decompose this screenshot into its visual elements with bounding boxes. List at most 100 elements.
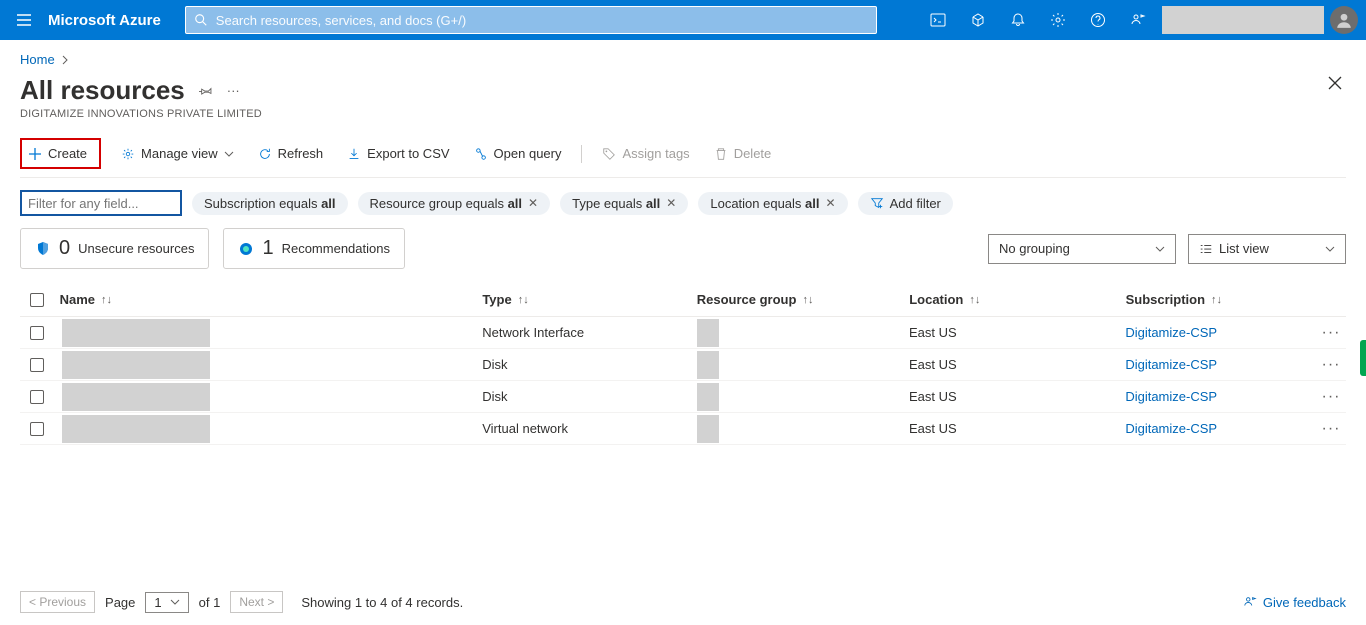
recommendations-count: 1 (262, 237, 273, 260)
view-dropdown[interactable]: List view (1188, 234, 1346, 264)
cloud-shell-icon[interactable] (918, 0, 958, 40)
paging-footer: < Previous Page 1 of 1 Next > Showing 1 … (20, 591, 1346, 613)
resource-name-mask (62, 383, 210, 411)
assign-tags-button[interactable]: Assign tags (598, 142, 693, 165)
brand-label[interactable]: Microsoft Azure (48, 12, 161, 29)
unsecure-resources-box[interactable]: 0 Unsecure resources (20, 228, 209, 269)
open-query-button[interactable]: Open query (470, 142, 566, 165)
give-feedback-link[interactable]: Give feedback (1243, 595, 1346, 610)
page-of: of 1 (199, 595, 221, 610)
column-subscription[interactable]: Subscription↑↓ (1120, 292, 1317, 307)
top-icon-bar (918, 0, 1158, 40)
row-menu-icon[interactable]: ··· (1322, 324, 1341, 342)
stats-row: 0 Unsecure resources 1 Recommendations N… (20, 228, 1346, 269)
sort-icon: ↑↓ (101, 294, 112, 306)
clear-rg-filter-icon[interactable]: ✕ (528, 196, 538, 210)
grouping-dropdown[interactable]: No grouping (988, 234, 1176, 264)
column-type[interactable]: Type↑↓ (476, 292, 690, 307)
help-icon[interactable] (1078, 0, 1118, 40)
recommendations-label: Recommendations (282, 241, 390, 256)
filter-pill-type[interactable]: Type equals all ✕ (560, 192, 688, 215)
pill-text: Location equals all (710, 196, 819, 211)
notifications-icon[interactable] (998, 0, 1038, 40)
add-filter-label: Add filter (890, 196, 941, 211)
feedback-top-icon[interactable] (1118, 0, 1158, 40)
table-row[interactable]: Network InterfaceEast USDigitamize-CSP··… (20, 317, 1346, 349)
global-search[interactable] (185, 6, 877, 34)
add-filter-button[interactable]: Add filter (858, 192, 953, 215)
recommendations-box[interactable]: 1 Recommendations (223, 228, 405, 269)
plus-icon (28, 147, 42, 161)
refresh-button[interactable]: Refresh (254, 142, 328, 165)
column-location[interactable]: Location↑↓ (903, 292, 1119, 307)
directories-icon[interactable] (958, 0, 998, 40)
previous-page-button[interactable]: < Previous (20, 591, 95, 613)
cell-type: Virtual network (476, 421, 690, 436)
resource-group-mask (697, 383, 719, 411)
sort-icon: ↑↓ (1211, 294, 1222, 306)
unsecure-label: Unsecure resources (78, 241, 194, 256)
filter-pill-location[interactable]: Location equals all ✕ (698, 192, 847, 215)
select-all-checkbox[interactable] (30, 293, 44, 307)
pill-text: Resource group equals all (370, 196, 523, 211)
top-bar: Microsoft Azure (0, 0, 1366, 40)
row-menu-icon[interactable]: ··· (1322, 420, 1341, 438)
close-blade-icon[interactable] (1328, 76, 1342, 90)
create-button-highlight: Create (20, 138, 101, 169)
shield-icon (35, 241, 51, 257)
command-bar: Create Manage view Refresh Export to CSV… (20, 138, 1346, 178)
more-icon[interactable]: ··· (227, 83, 240, 98)
feedback-icon (1243, 595, 1257, 609)
avatar[interactable] (1330, 6, 1358, 34)
gear-icon (121, 147, 135, 161)
row-checkbox[interactable] (30, 390, 44, 404)
column-resource-group[interactable]: Resource group↑↓ (691, 292, 903, 307)
subscription-link[interactable]: Digitamize-CSP (1125, 357, 1217, 372)
resource-name-mask (62, 351, 210, 379)
toolbar-separator (581, 145, 582, 163)
resource-name-mask (62, 319, 210, 347)
manage-view-label: Manage view (141, 146, 218, 161)
cell-location: East US (903, 325, 1119, 340)
table-row[interactable]: DiskEast USDigitamize-CSP··· (20, 349, 1346, 381)
manage-view-button[interactable]: Manage view (117, 142, 238, 165)
global-search-input[interactable] (216, 13, 868, 28)
table-row[interactable]: Virtual networkEast USDigitamize-CSP··· (20, 413, 1346, 445)
refresh-label: Refresh (278, 146, 324, 161)
column-name[interactable]: Name↑↓ (54, 292, 477, 307)
pin-icon[interactable] (199, 84, 213, 98)
feedback-side-tab[interactable] (1360, 340, 1366, 376)
filter-pill-resource-group[interactable]: Resource group equals all ✕ (358, 192, 551, 215)
row-menu-icon[interactable]: ··· (1322, 388, 1341, 406)
pill-text: Type equals all (572, 196, 660, 211)
resource-name-mask (62, 415, 210, 443)
settings-icon[interactable] (1038, 0, 1078, 40)
clear-location-filter-icon[interactable]: ✕ (826, 196, 836, 210)
unsecure-count: 0 (59, 237, 70, 260)
subscription-link[interactable]: Digitamize-CSP (1125, 325, 1217, 340)
pill-text: Subscription equals all (204, 196, 336, 211)
trash-icon (714, 147, 728, 161)
breadcrumb-home[interactable]: Home (20, 52, 55, 67)
export-csv-button[interactable]: Export to CSV (343, 142, 453, 165)
filter-pill-subscription[interactable]: Subscription equals all (192, 192, 348, 215)
table-row[interactable]: DiskEast USDigitamize-CSP··· (20, 381, 1346, 413)
delete-button[interactable]: Delete (710, 142, 776, 165)
page-number-dropdown[interactable]: 1 (145, 592, 188, 613)
chevron-down-icon (1325, 245, 1335, 253)
row-checkbox[interactable] (30, 422, 44, 436)
advisor-icon (238, 241, 254, 257)
create-button[interactable]: Create (24, 142, 91, 165)
create-label: Create (48, 146, 87, 161)
subscription-link[interactable]: Digitamize-CSP (1125, 421, 1217, 436)
add-filter-icon (870, 196, 884, 210)
filter-input[interactable] (20, 190, 182, 216)
row-checkbox[interactable] (30, 358, 44, 372)
subscription-link[interactable]: Digitamize-CSP (1125, 389, 1217, 404)
clear-type-filter-icon[interactable]: ✕ (666, 196, 676, 210)
row-menu-icon[interactable]: ··· (1322, 356, 1341, 374)
next-page-button[interactable]: Next > (230, 591, 283, 613)
row-checkbox[interactable] (30, 326, 44, 340)
menu-toggle[interactable] (8, 0, 40, 40)
delete-label: Delete (734, 146, 772, 161)
